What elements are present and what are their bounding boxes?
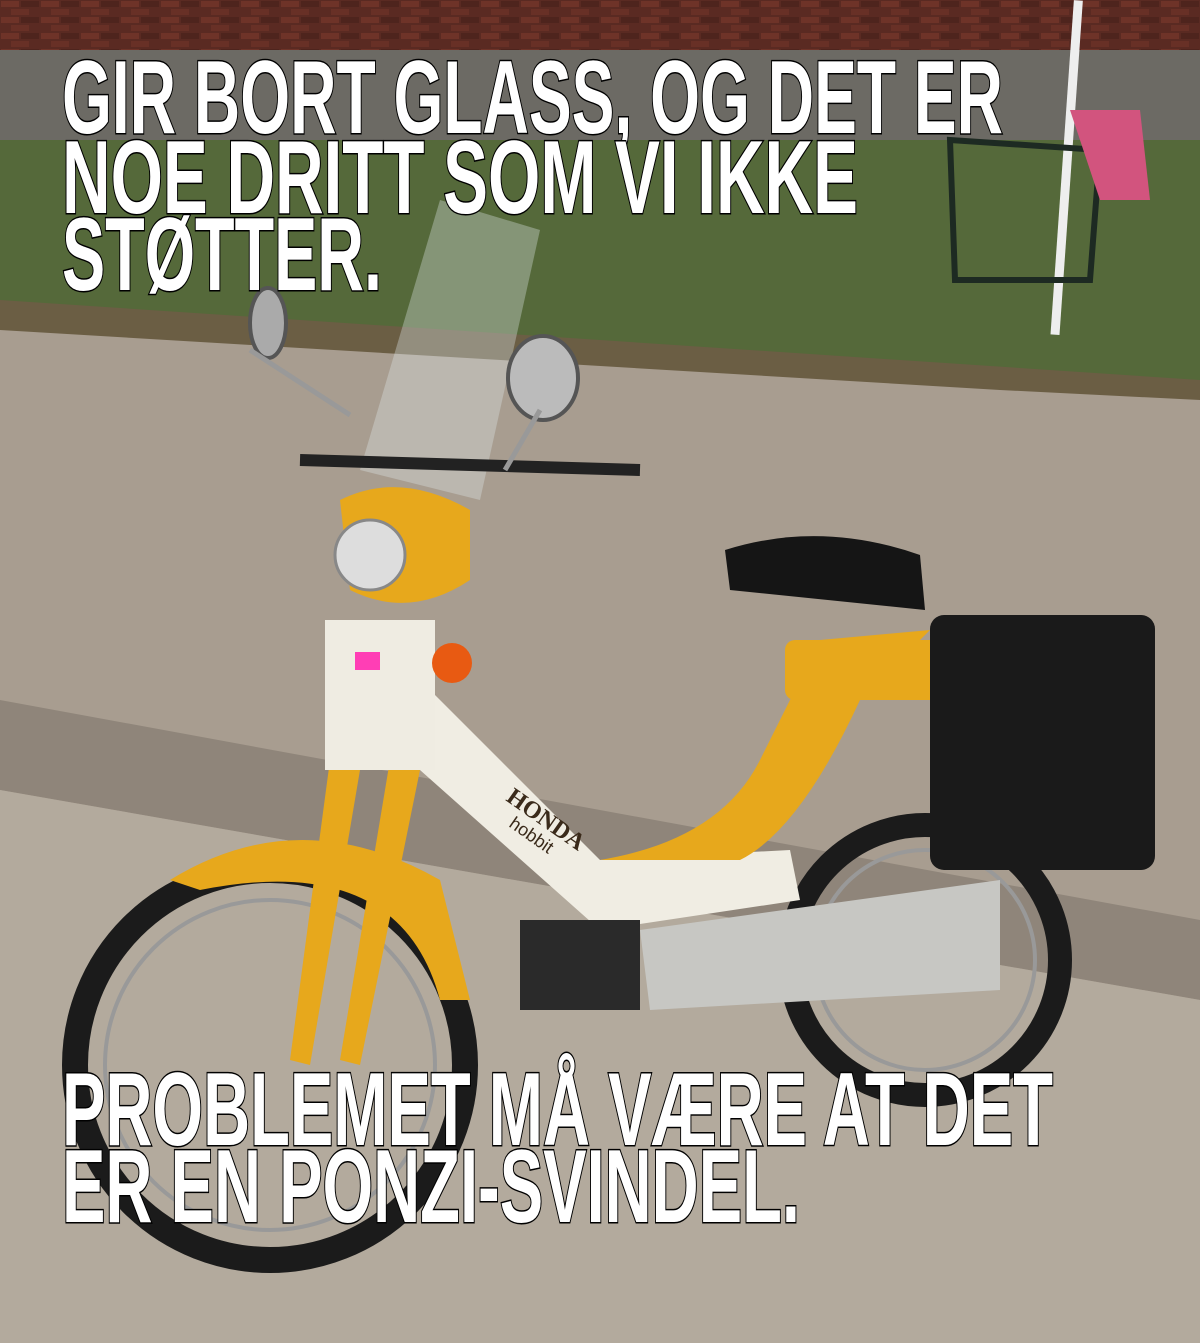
left-mirror xyxy=(248,286,288,360)
moped-photo: HONDA hobbit xyxy=(0,0,1200,1343)
front-cover xyxy=(325,620,435,770)
engine xyxy=(520,920,640,1010)
turn-signal xyxy=(432,643,472,683)
saddlebag xyxy=(930,615,1155,870)
pink-sticker xyxy=(355,652,380,670)
stone-foundation xyxy=(0,50,1200,150)
headlight xyxy=(333,518,407,592)
right-mirror xyxy=(506,334,580,422)
